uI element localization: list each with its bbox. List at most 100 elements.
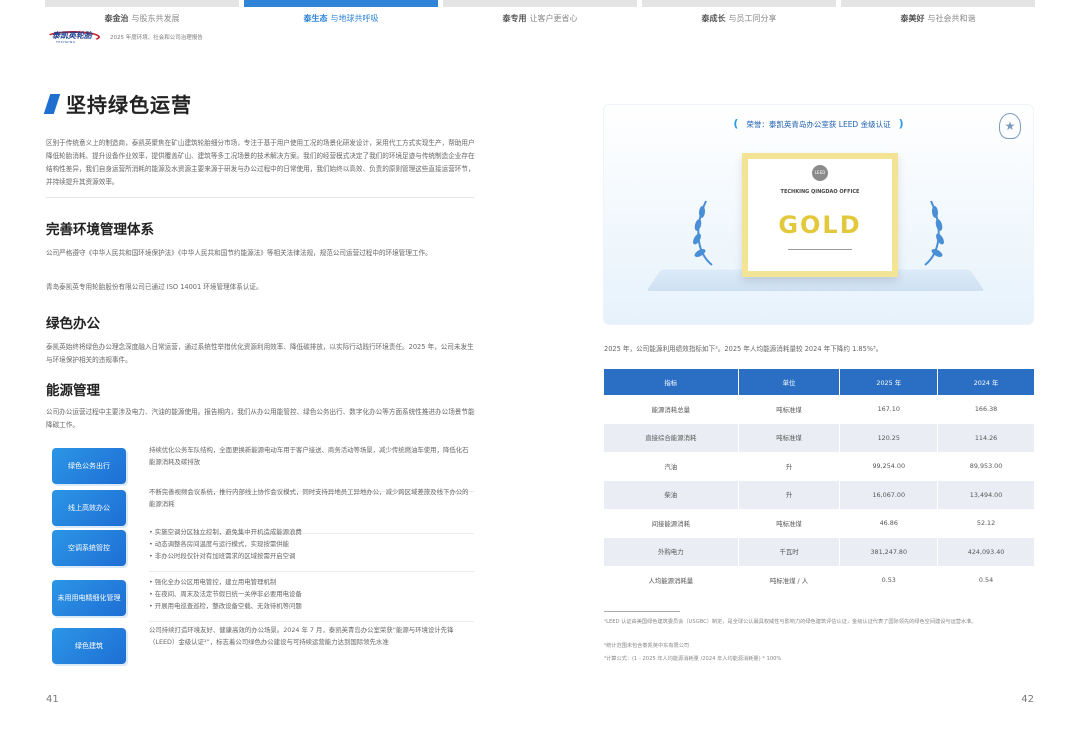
tab-text: 与社会共和谐 <box>927 14 976 23</box>
table-cell: 间接能源消耗 <box>604 509 739 538</box>
energy-management-text: 公司办公运营过程中主要涉及电力、汽油的能源使用。报告期内，我们从办公用能管控、绿… <box>46 408 475 429</box>
iso-certification-text: 青岛泰凯英专用轮胎股份有限公司已通过 ISO 14001 环境管理体系认证。 <box>46 283 263 291</box>
company-logo: 泰凯英轮胎 TECHKING <box>46 30 100 44</box>
table-cell: 167.10 <box>839 395 939 424</box>
table-cell: 120.25 <box>839 423 939 452</box>
measure-item: 空调系统管控 • 实施空调分区独立控制，避免集中开机造成能源浪费 • 动态调整各… <box>52 522 474 572</box>
table-cell: 能源消耗总量 <box>604 395 739 424</box>
measure-label: 空调系统管控 <box>52 530 126 566</box>
column-header: 2025 年 <box>839 369 939 395</box>
bracket-close: ) <box>898 117 904 130</box>
section-nav: 泰金治 与股东共发展 泰生态 与地球共呼吸 泰专用 让客户更省心 泰成长 与员工同分享 … <box>45 0 1035 26</box>
tab-key: 泰美好 <box>900 14 925 23</box>
table-cell: 46.86 <box>839 509 939 538</box>
tab-ecology[interactable]: 泰生态 与地球共呼吸 <box>244 0 438 26</box>
table-row: 人均能源消耗量 吨标准煤 / 人 0.53 0.54 <box>604 566 1034 595</box>
bracket-open: ( <box>733 117 739 130</box>
table-header-row: 指标 单位 2025 年 2024 年 <box>604 369 1034 395</box>
measure-label: 绿色建筑 <box>52 628 126 664</box>
laurel-right-icon <box>924 200 944 266</box>
table-row: 直接综合能源消耗 吨标准煤 120.25 114.26 <box>604 423 1034 452</box>
table-row: 间接能源消耗 吨标准煤 46.86 52.12 <box>604 509 1034 538</box>
table-row: 柴油升 16,067.00 13,494.00 <box>604 480 1034 509</box>
measure-description: 公司持续打造环境友好、健康高效的办公场景。2024 年 7 月，泰凯英青岛办公室… <box>149 626 454 646</box>
measure-label: 未用用电精细化管理 <box>52 580 126 616</box>
tab-key: 泰成长 <box>701 14 726 23</box>
table-cell: 114.26 <box>937 423 1034 452</box>
table-cell: 16,067.00 <box>839 480 939 509</box>
tab-key: 泰专用 <box>502 14 527 23</box>
table-cell: 外购电力 <box>604 537 739 566</box>
cert-caption-text: 荣誉：泰凯英青岛办公室获 LEED 金级认证 <box>746 120 891 129</box>
green-office-text: 泰凯英始终将绿色办公理念深度融入日常运营，通过系统性举措优化资源利用效率、降低碳… <box>46 343 474 364</box>
table-intro-text: 2025 年，公司能源利用绩效指标如下²。2025 年人均能源消耗量较 2024… <box>604 345 883 353</box>
measure-item: 绿色建筑 公司持续打造环境友好、健康高效的办公场景。2024 年 7 月，泰凯英… <box>52 620 474 664</box>
page-heading: 坚持绿色运营 <box>43 89 192 118</box>
page-title: 坚持绿色运营 <box>66 93 192 117</box>
table-cell: 0.54 <box>937 566 1034 595</box>
table-cell: 89,953.00 <box>937 452 1034 481</box>
env-management-text: 公司严格遵守《中华人民共和国环境保护法》《中华人民共和国节约能源法》等相关法律法… <box>46 249 432 257</box>
cert-office-name: TECHKING QINGDAO OFFICE <box>780 189 860 195</box>
tab-key: 泰生态 <box>303 14 328 23</box>
certificate-paper: LEED TECHKING QINGDAO OFFICE GOLD <box>748 159 892 271</box>
tab-customer[interactable]: 泰专用 让客户更省心 <box>443 0 637 26</box>
table-cell: 柴油 <box>604 480 739 509</box>
footnote: ²统计范围未包含泰凯英中东有限公司 <box>604 643 690 649</box>
tab-key: 泰金治 <box>104 14 129 23</box>
tab-text: 与股东共发展 <box>131 14 180 23</box>
table-cell: 0.53 <box>839 566 939 595</box>
intro-paragraph: 区别于传统意义上的制造商，泰凯英聚焦在矿山建筑轮胎细分市场，专注于基于用户使用工… <box>46 139 475 186</box>
table-cell: 吨标准煤 <box>738 423 841 452</box>
report-title: 2025 年度环境、社会和公司治理报告 <box>110 35 203 41</box>
table-row: 能源消耗总量 吨标准煤 167.10 166.38 <box>604 395 1034 424</box>
table-cell: 直接综合能源消耗 <box>604 423 739 452</box>
table-row: 汽油升 99,254.00 89,953.00 <box>604 452 1034 481</box>
table-cell: 吨标准煤 <box>738 395 841 424</box>
award-badge-icon: ★ <box>999 113 1021 139</box>
heading-accent-bar <box>43 93 61 114</box>
table-cell: 升 <box>738 480 841 509</box>
measure-description: • 强化全办公区用电管控，建立用电管理机制 • 在夜间、周末及法定节假日统一关停… <box>149 578 302 610</box>
column-header: 指标 <box>604 369 739 395</box>
tab-governance[interactable]: 泰金治 与股东共发展 <box>45 0 239 26</box>
footnote: ¹LEED 认证由美国绿色建筑委员会（USGBC）制定，是全球公认最具权威性与影… <box>604 619 977 625</box>
measure-description: 持续优化公务车队结构，全面更换新能源电动车用于客户接送、商务活动等场景，减少传统… <box>149 446 469 466</box>
cert-caption: ( 荣誉：泰凯英青岛办公室获 LEED 金级认证) <box>604 117 1033 130</box>
energy-performance-table: 指标 单位 2025 年 2024 年 能源消耗总量 吨标准煤 167.10 166.… <box>604 369 1034 595</box>
table-cell: 99,254.00 <box>839 452 939 481</box>
table-cell: 汽油 <box>604 452 739 481</box>
table-cell: 升 <box>738 452 841 481</box>
page-number-left: 41 <box>46 694 59 705</box>
measure-label: 线上高效办公 <box>52 490 126 526</box>
table-cell: 吨标准煤 / 人 <box>738 566 841 595</box>
measure-item: 未用用电精细化管理 • 强化全办公区用电管控，建立用电管理机制 • 在夜间、周末… <box>52 572 474 622</box>
measure-description: 不断完善视频会议系统，推行内部线上协作会议模式，同时支持异地员工异地办公，减少跨… <box>149 488 469 508</box>
section-title-env-management: 完善环境管理体系 <box>46 222 154 238</box>
table-cell: 166.38 <box>937 395 1034 424</box>
divider <box>46 197 474 198</box>
brand-header: 泰凯英轮胎 TECHKING 2025 年度环境、社会和公司治理报告 <box>46 30 203 44</box>
signature-line <box>788 249 852 250</box>
page-number-right: 42 <box>1021 694 1034 705</box>
table-cell: 424,093.40 <box>937 537 1034 566</box>
column-header: 2024 年 <box>937 369 1034 395</box>
tab-text: 与员工同分享 <box>728 14 777 23</box>
tab-society[interactable]: 泰美好 与社会共和谐 <box>841 0 1035 26</box>
leed-seal: LEED <box>812 165 828 181</box>
tab-text: 让客户更省心 <box>529 14 578 23</box>
tab-employee[interactable]: 泰成长 与员工同分享 <box>642 0 836 26</box>
section-title-green-office: 绿色办公 <box>46 316 100 332</box>
table-cell: 千瓦时 <box>738 537 841 566</box>
measure-label: 绿色公务出行 <box>52 448 126 484</box>
table-cell: 52.12 <box>937 509 1034 538</box>
leed-certificate-image: ( 荣誉：泰凯英青岛办公室获 LEED 金级认证) ★ LEED TECHKING… <box>603 104 1034 325</box>
section-title-energy-management: 能源管理 <box>46 383 100 399</box>
tab-text: 与地球共呼吸 <box>330 14 379 23</box>
table-row: 外购电力 千瓦时 381,247.80 424,093.40 <box>604 537 1034 566</box>
table-cell: 人均能源消耗量 <box>604 566 739 595</box>
table-cell: 13,494.00 <box>937 480 1034 509</box>
measure-description: • 实施空调分区独立控制，避免集中开机造成能源浪费 • 动态调整各房间温度与运行… <box>149 528 302 560</box>
certificate-frame: LEED TECHKING QINGDAO OFFICE GOLD <box>742 153 898 277</box>
footnote-divider <box>604 611 680 612</box>
